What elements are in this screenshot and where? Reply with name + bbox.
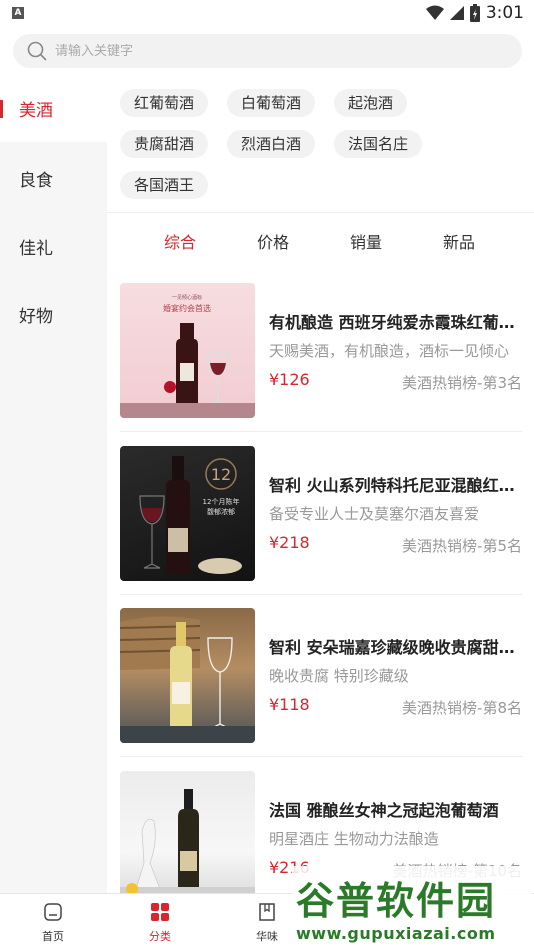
sidebar-item-label: 美酒 xyxy=(19,100,53,121)
product-description: 晚收贵腐 特别珍藏级 xyxy=(269,667,409,685)
search-icon xyxy=(27,41,47,61)
tag-sparkling-wine[interactable]: 起泡酒 xyxy=(334,89,408,117)
product-title: 有机酿造 西班牙纯爱赤霞珠红葡萄酒 xyxy=(269,313,522,332)
sidebar-item-label: 好物 xyxy=(19,306,53,327)
sort-tab-price[interactable]: 价格 xyxy=(257,229,289,253)
sort-tab-sales[interactable]: 销量 xyxy=(350,229,382,253)
signal-icon xyxy=(449,6,464,20)
tag-french-chateau[interactable]: 法国名庄 xyxy=(334,130,423,158)
sidebar-item-label: 良食 xyxy=(19,170,53,191)
sidebar-item-goods[interactable]: 好物 xyxy=(0,280,107,348)
sidebar-item-gifts[interactable]: 佳礼 xyxy=(0,212,107,280)
search-input[interactable] xyxy=(55,43,455,59)
tag-red-wine[interactable]: 红葡萄酒 xyxy=(120,89,209,117)
divider xyxy=(120,756,522,757)
product-image: 一见倾心酒标 婚宴约会首选 xyxy=(120,283,255,418)
thumb-caption: 一见倾心酒标 xyxy=(172,294,202,301)
thumb-caption: 馥郁浓郁 xyxy=(207,507,235,516)
sort-tab-overall[interactable]: 综合 xyxy=(164,229,196,253)
product-card[interactable]: 智利 安朵瑞嘉珍藏级晚收贵腐甜白葡萄酒 晚收贵腐 特别珍藏级 ¥118 美酒热销… xyxy=(120,608,522,744)
nav-label: 分类 xyxy=(149,930,171,943)
thumb-caption: 12 xyxy=(211,465,231,484)
product-description: 备受专业人士及莫塞尔酒友喜爱 xyxy=(269,505,480,523)
product-price: ¥126 xyxy=(269,370,310,389)
sidebar-item-wine[interactable]: 美酒 xyxy=(0,74,107,142)
nav-item-huawei[interactable]: 华味 xyxy=(237,902,297,944)
product-description: 明星酒庄 生物动力法酿造 xyxy=(269,830,439,848)
status-bar: A 3:01 xyxy=(0,0,534,28)
watermark-url: www.gupuxiazai.com xyxy=(296,924,496,943)
product-title: 智利 火山系列特科托尼亚混酿红葡萄酒 xyxy=(269,476,522,495)
status-right: 3:01 xyxy=(425,3,524,23)
product-price: ¥118 xyxy=(269,695,310,714)
thumb-caption: 婚宴约会首选 xyxy=(163,303,211,313)
product-image xyxy=(120,771,255,906)
tag-noble-rot-wine[interactable]: 贵腐甜酒 xyxy=(120,130,209,158)
divider xyxy=(120,431,522,432)
product-image xyxy=(120,608,255,743)
product-title: 智利 安朵瑞嘉珍藏级晚收贵腐甜白葡萄酒 xyxy=(269,638,522,657)
product-title: 法国 雅酿丝女神之冠起泡葡萄酒 xyxy=(269,801,499,820)
wifi-icon xyxy=(425,5,444,20)
sidebar-item-label: 佳礼 xyxy=(19,238,53,259)
product-rank: 美酒热销榜-第5名 xyxy=(402,537,522,555)
tag-world-kings[interactable]: 各国酒王 xyxy=(120,171,209,199)
tag-spirits[interactable]: 烈酒白酒 xyxy=(227,130,316,158)
divider xyxy=(120,594,522,595)
book-icon xyxy=(259,903,275,921)
nav-item-home[interactable]: 首页 xyxy=(23,902,83,944)
watermark-title: 谷普软件园 xyxy=(296,879,497,923)
watermark: 谷普软件园 www.gupuxiazai.com xyxy=(292,866,532,950)
product-rank: 美酒热销榜-第8名 xyxy=(402,699,522,717)
nav-label: 华味 xyxy=(256,930,278,943)
product-card[interactable]: 12 12个月陈年 馥郁浓郁 智利 火山系列特科托尼亚混酿红葡萄酒 备受专业人士… xyxy=(120,446,522,582)
thumb-caption: 12个月陈年 xyxy=(203,497,240,506)
tag-white-wine[interactable]: 白葡萄酒 xyxy=(227,89,316,117)
notification-a-icon: A xyxy=(12,7,24,19)
product-price: ¥218 xyxy=(269,533,310,552)
product-description: 天赐美酒，有机酿造，酒标一见倾心 xyxy=(269,342,510,360)
grid-icon xyxy=(151,903,169,921)
category-sidebar: 美酒 良食 佳礼 好物 xyxy=(0,74,107,894)
battery-icon xyxy=(469,4,480,22)
sidebar-item-food[interactable]: 良食 xyxy=(0,144,107,212)
clock: 3:01 xyxy=(485,3,524,23)
product-card[interactable]: 一见倾心酒标 婚宴约会首选 有机酿造 西班牙纯爱赤霞珠红葡萄酒 天赐美酒，有机酿… xyxy=(120,283,522,419)
divider xyxy=(107,212,534,213)
sort-tab-new[interactable]: 新品 xyxy=(443,229,475,253)
product-image: 12 12个月陈年 馥郁浓郁 xyxy=(120,446,255,581)
product-rank: 美酒热销榜-第3名 xyxy=(402,374,522,392)
home-icon xyxy=(44,903,62,921)
nav-item-category[interactable]: 分类 xyxy=(130,902,190,944)
nav-label: 首页 xyxy=(42,930,64,943)
search-bar[interactable] xyxy=(13,34,522,68)
